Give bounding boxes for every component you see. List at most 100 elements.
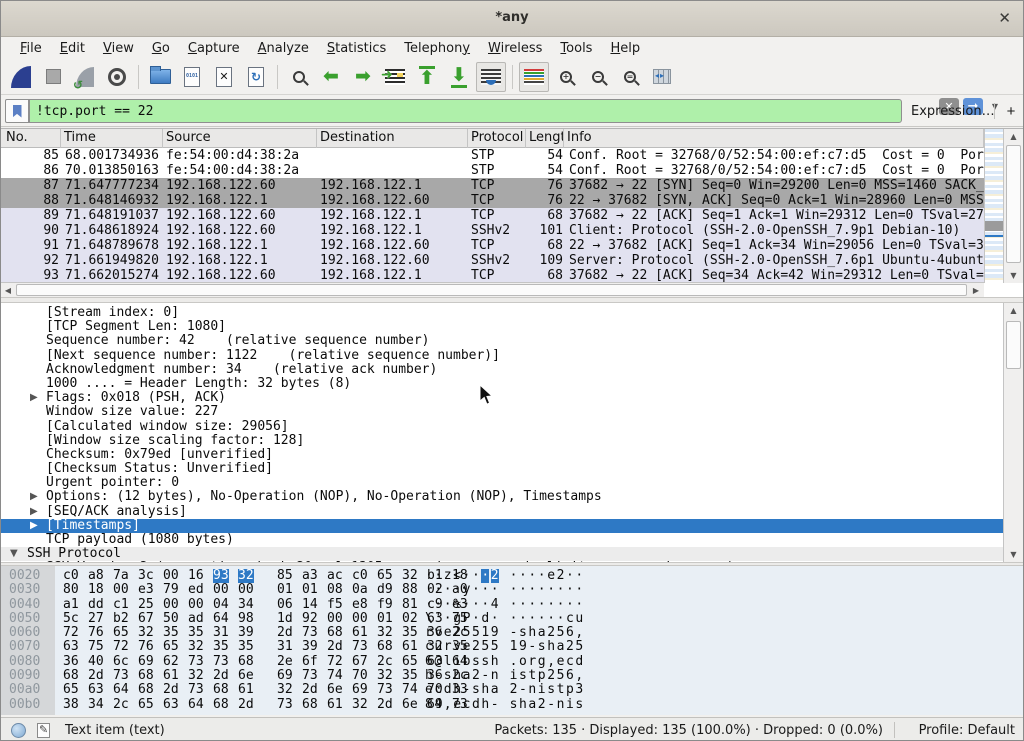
expander-closed-icon[interactable]: ▶ [30,505,38,519]
hex-byte[interactable]: 68 [377,640,393,654]
hex-ascii-char[interactable]: - [547,698,555,712]
menu-analyze[interactable]: Analyze [249,39,318,58]
hex-ascii-char[interactable]: a [463,669,471,683]
hex-byte[interactable]: 73 [113,669,129,683]
hex-ascii-char[interactable]: , [444,698,452,712]
hex-ascii-char[interactable]: % [453,598,461,612]
column-header-info[interactable]: Info [564,129,984,148]
hex-byte[interactable]: 25 [138,598,154,612]
hex-ascii-char[interactable]: 1 [510,640,518,654]
hex-byte[interactable]: 2d [88,669,104,683]
hex-byte[interactable]: 2d [377,698,393,712]
hex-ascii-char[interactable]: c [566,612,574,626]
hex-ascii-char[interactable]: · [463,598,471,612]
hex-byte[interactable]: 38 [63,698,79,712]
packet-row[interactable]: 8670.013850163fe:54:00:d4:38:2aSTP54Conf… [1,163,984,178]
detail-line[interactable]: TCP payload (1080 bytes) [1,533,1004,547]
hex-ascii-char[interactable]: 5 [463,626,471,640]
hex-byte[interactable]: 75 [88,640,104,654]
hex-ascii-char[interactable]: a [538,626,546,640]
hex-ascii-char[interactable]: · [472,583,480,597]
hex-byte[interactable]: 68 [213,683,229,697]
hex-byte[interactable]: 68 [63,669,79,683]
hex-row[interactable]: 0090682d736861322d6e697374703235362ch-sh… [1,669,1023,683]
hex-byte[interactable]: 2d [163,683,179,697]
hex-byte[interactable]: f9 [377,598,393,612]
menu-edit[interactable]: Edit [51,39,94,58]
hex-ascii-char[interactable]: · [444,612,452,626]
hex-byte[interactable]: 32 [377,626,393,640]
packet-row[interactable]: 8871.648146932192.168.122.1192.168.122.6… [1,193,984,208]
hex-byte[interactable]: 73 [277,698,293,712]
hex-byte[interactable]: 2d [302,683,318,697]
hex-byte[interactable]: 1d [277,612,293,626]
hex-byte[interactable]: 00 [238,583,254,597]
menu-wireless[interactable]: Wireless [479,39,551,58]
hscrollbar-thumb[interactable] [16,284,967,296]
hex-ascii-char[interactable]: · [425,569,433,583]
hex-byte[interactable]: 98 [238,612,254,626]
hex-byte[interactable]: 61 [163,669,179,683]
hex-ascii-char[interactable]: s [481,655,489,669]
hex-byte[interactable]: 08 [327,583,343,597]
hex-byte[interactable]: 63 [163,698,179,712]
menu-statistics[interactable]: Statistics [318,39,395,58]
hex-ascii-char[interactable]: · [575,569,583,583]
hex-byte[interactable]: c1 [113,598,129,612]
hex-ascii-char[interactable]: · [547,598,555,612]
expert-info-icon[interactable] [11,723,26,738]
hex-byte[interactable]: 92 [302,612,318,626]
hex-byte[interactable]: 01 [377,612,393,626]
hex-byte[interactable]: 79 [163,583,179,597]
packet-row[interactable]: 8971.648191037192.168.122.60192.168.122.… [1,208,984,223]
hex-ascii-char[interactable]: 6 [566,626,574,640]
hex-ascii-char[interactable]: · [491,583,499,597]
hex-byte[interactable]: c0 [63,569,79,583]
hex-ascii-char[interactable]: i [453,655,461,669]
hex-row[interactable]: 0070637572766532353531392d7368613235curv… [1,640,1023,654]
hex-ascii-char[interactable]: p [538,669,546,683]
hex-byte[interactable]: 65 [163,640,179,654]
hex-byte[interactable]: 5c [63,612,79,626]
stop-capture-button[interactable] [38,62,68,92]
hex-ascii-char[interactable]: l [444,655,452,669]
hex-byte[interactable]: c0 [352,569,368,583]
hex-ascii-char[interactable]: d [575,655,583,669]
hex-byte[interactable]: 35 [188,626,204,640]
detail-line[interactable]: ▶[SEQ/ACK analysis] [1,505,1004,519]
hex-ascii-char[interactable]: · [453,583,461,597]
hex-byte[interactable]: 65 [402,655,418,669]
packet-row[interactable]: 9371.662015274192.168.122.60192.168.122.… [1,268,984,283]
hex-ascii-char[interactable]: · [519,612,527,626]
detail-line[interactable]: ▶[Timestamps] [1,519,1004,533]
menu-tools[interactable]: Tools [551,39,601,58]
hex-byte[interactable]: 74 [327,669,343,683]
hex-ascii-char[interactable]: · [472,569,480,583]
hex-ascii-char[interactable]: i [538,683,546,697]
hex-byte[interactable]: 65 [377,569,393,583]
hex-byte[interactable]: 61 [352,626,368,640]
hex-byte[interactable]: a1 [63,598,79,612]
hex-byte[interactable]: 64 [188,698,204,712]
hex-ascii-char[interactable]: · [575,583,583,597]
hex-byte[interactable]: 2d [213,669,229,683]
hex-ascii-char[interactable]: · [434,598,442,612]
hex-ascii-char[interactable]: c [425,640,433,654]
scroll-down-icon[interactable]: ▼ [1004,547,1023,562]
detail-line[interactable]: Window size value: 227 [1,405,1004,419]
hex-ascii-char[interactable]: s [519,669,527,683]
packet-list-hscrollbar[interactable]: ◀ ▶ [1,282,984,297]
capture-comment-icon[interactable] [37,723,50,738]
column-header-source[interactable]: Source [163,129,317,148]
hex-ascii-char[interactable]: 5 [575,640,583,654]
hex-byte[interactable]: f5 [327,598,343,612]
close-window-button[interactable]: ✕ [998,9,1011,27]
hex-byte[interactable]: 32 [277,683,293,697]
hex-ascii-char[interactable]: c [434,683,442,697]
hex-ascii-char[interactable]: · [481,583,489,597]
zoom-in-button[interactable]: + [551,62,581,92]
go-forward-button[interactable]: ➡ [348,62,378,92]
hex-ascii-char[interactable]: t [528,669,536,683]
hex-byte[interactable]: 01 [302,583,318,597]
hex-ascii-char[interactable]: s [472,683,480,697]
